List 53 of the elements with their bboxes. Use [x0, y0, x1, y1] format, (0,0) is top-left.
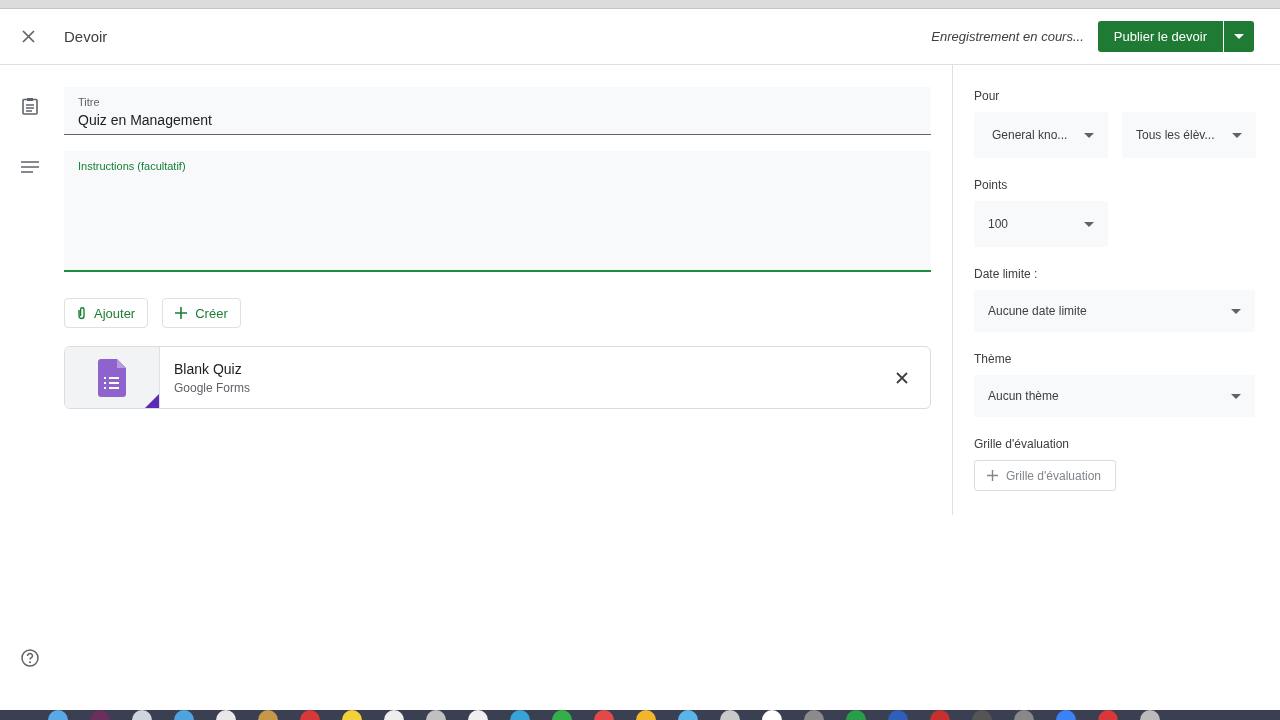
- dock-app-icon[interactable]: [678, 710, 698, 720]
- dock-app-icon[interactable]: [636, 710, 656, 720]
- dropdown-arrow-icon: [1234, 34, 1244, 39]
- instructions-field[interactable]: Instructions (facultatif): [64, 151, 931, 272]
- text-lines-icon: [21, 161, 39, 173]
- dock-app-icon[interactable]: [426, 710, 446, 720]
- dock-app-icon[interactable]: [720, 710, 740, 720]
- title-field[interactable]: Titre Quiz en Management: [64, 87, 931, 135]
- help-button[interactable]: [20, 648, 40, 668]
- section-label: Points: [974, 178, 1009, 192]
- dock-app-icon[interactable]: [468, 710, 488, 720]
- create-button[interactable]: Créer: [162, 298, 241, 328]
- close-icon: [21, 30, 35, 43]
- attachment-card[interactable]: Blank Quiz Google Forms: [64, 346, 931, 409]
- section-label: Date limite :: [974, 267, 1039, 281]
- dropdown-arrow-icon: [1231, 393, 1241, 399]
- class-select[interactable]: General kno...: [974, 112, 1108, 158]
- form-document-icon: [98, 358, 126, 397]
- clipboard-icon: [22, 97, 38, 115]
- field-value: Quiz en Management: [78, 112, 213, 128]
- close-icon: [896, 371, 908, 384]
- attachment-title: Blank Quiz: [174, 360, 243, 377]
- topic-select[interactable]: Aucun thème: [974, 375, 1255, 417]
- plus-icon: [987, 470, 998, 481]
- dropdown-arrow-icon: [1232, 132, 1242, 138]
- dock-app-icon[interactable]: [762, 710, 782, 720]
- field-label: Instructions (facultatif): [78, 160, 187, 172]
- field-label: Titre: [78, 96, 101, 108]
- saving-status: Enregistrement en cours...: [931, 29, 1084, 44]
- corner-fold-icon: [143, 394, 159, 408]
- attachment-source: Google Forms: [174, 380, 252, 395]
- dropdown-arrow-icon: [1231, 308, 1241, 314]
- points-select[interactable]: 100: [974, 201, 1108, 247]
- rubric-button[interactable]: Grille d'évaluation: [974, 460, 1116, 491]
- page-title: Devoir: [64, 28, 109, 45]
- plus-icon: [175, 307, 188, 319]
- paperclip-icon: [77, 306, 86, 320]
- dock-app-icon[interactable]: [132, 710, 152, 720]
- dock-app-icon[interactable]: [1140, 710, 1160, 720]
- publish-button[interactable]: Publier le devoir: [1097, 21, 1223, 52]
- section-label: Pour: [974, 89, 1001, 103]
- dock-app-icon[interactable]: [384, 710, 404, 720]
- add-button[interactable]: Ajouter: [64, 298, 149, 328]
- dropdown-arrow-icon: [1084, 221, 1094, 227]
- help-icon: [21, 649, 39, 667]
- section-label: Thème: [974, 352, 1013, 366]
- due-date-select[interactable]: Aucune date limite: [974, 290, 1255, 332]
- publish-options-button[interactable]: [1223, 21, 1254, 52]
- dock-app-icon[interactable]: [342, 710, 362, 720]
- students-select[interactable]: Tous les élèv...: [1122, 112, 1256, 158]
- dock-app-icon[interactable]: [216, 710, 236, 720]
- section-label: Grille d'évaluation: [974, 437, 1070, 451]
- dropdown-arrow-icon: [1084, 132, 1094, 138]
